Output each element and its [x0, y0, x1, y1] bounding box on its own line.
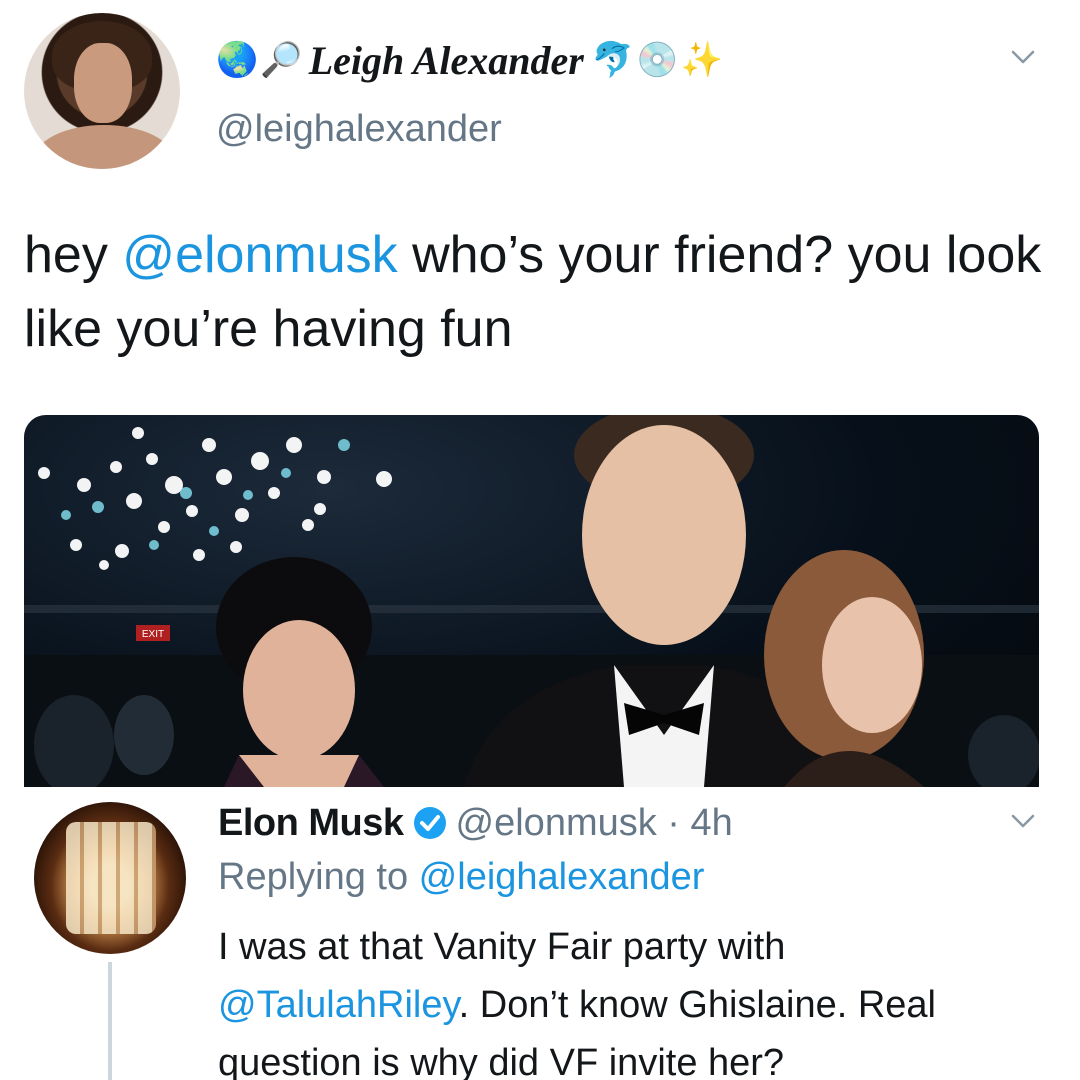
- reply-timestamp[interactable]: 4h: [691, 802, 733, 845]
- tweet-text: hey @elonmusk who’s your friend? you loo…: [24, 218, 1064, 366]
- reply-author-name[interactable]: Elon Musk: [218, 802, 404, 845]
- replying-to-link[interactable]: @leighalexander: [419, 856, 705, 898]
- reply-mention-link[interactable]: @TalulahRiley: [218, 984, 459, 1026]
- globe-emoji: 🌏: [216, 40, 259, 80]
- reply-text: I was at that Vanity Fair party with @Ta…: [218, 918, 1058, 1080]
- reply-text-line1: I was at that Vanity Fair party with: [218, 926, 786, 968]
- chevron-down-icon[interactable]: [1010, 808, 1036, 834]
- avatar-face: [74, 43, 132, 123]
- replying-to: Replying to @leighalexander: [218, 856, 704, 899]
- reply-header: Elon Musk @elonmusk · 4h: [218, 798, 733, 848]
- avatar-shoulders: [34, 125, 174, 169]
- replying-to-label: Replying to: [218, 856, 419, 898]
- tweet-photo[interactable]: EXIT: [24, 415, 1039, 787]
- dolphin-emoji: 🐬: [591, 40, 635, 80]
- main-tweet: 🌏 🔎 Leigh Alexander 🐬 💿 ✨ @leighalexande…: [0, 0, 1080, 790]
- author-name-row[interactable]: 🌏 🔎 Leigh Alexander 🐬 💿 ✨: [216, 32, 725, 88]
- photo-illustration: EXIT: [24, 415, 1039, 787]
- chevron-down-icon[interactable]: [1010, 44, 1036, 70]
- exit-sign-text: EXIT: [142, 629, 164, 640]
- disc-emoji: 💿: [636, 40, 679, 80]
- avatar[interactable]: [24, 13, 180, 169]
- author-display-name[interactable]: Leigh Alexander: [309, 37, 584, 84]
- thread-line: [108, 962, 112, 1080]
- sparkles-emoji: ✨: [680, 40, 723, 80]
- mention-link[interactable]: @elonmusk: [122, 226, 397, 284]
- reply-separator: ·: [656, 801, 691, 844]
- author-handle[interactable]: @leighalexander: [216, 108, 502, 151]
- reply-author-handle[interactable]: @elonmusk: [456, 802, 657, 845]
- tweet-text-start: hey: [24, 226, 123, 284]
- verified-badge-icon: [413, 807, 446, 839]
- magnifier-emoji: 🔎: [260, 40, 303, 80]
- reply-avatar-image: [66, 822, 156, 934]
- reply-avatar[interactable]: [34, 802, 186, 954]
